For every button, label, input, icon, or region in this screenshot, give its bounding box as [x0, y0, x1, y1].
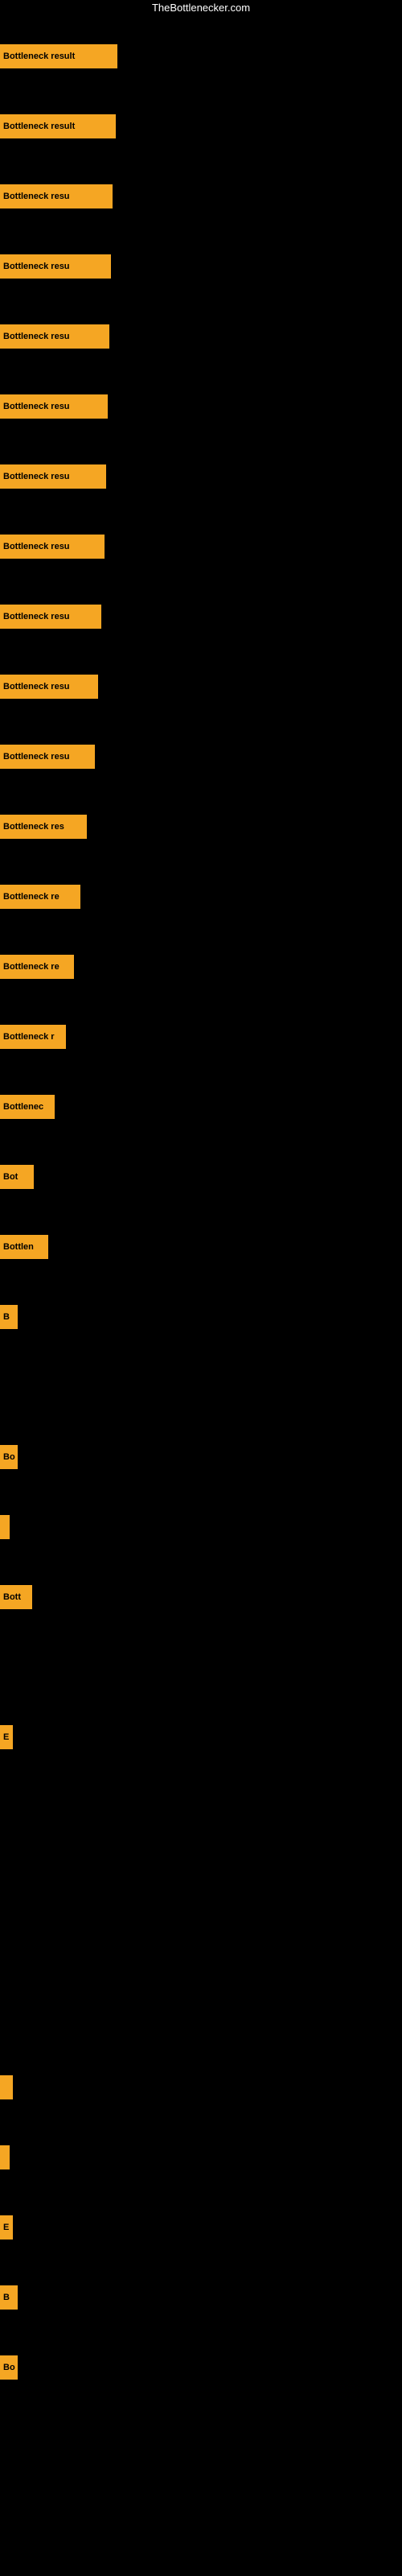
bottleneck-bar-label-6: Bottleneck resu: [3, 402, 70, 411]
bottleneck-bar-21[interactable]: [0, 1515, 10, 1539]
bottleneck-bar-label-16: Bottlenec: [3, 1102, 43, 1112]
bottleneck-bar-label-9: Bottleneck resu: [3, 612, 70, 621]
bottleneck-bar-15[interactable]: Bottleneck r: [0, 1025, 66, 1049]
bottleneck-bar-7[interactable]: Bottleneck resu: [0, 464, 106, 489]
bottleneck-bar-label-4: Bottleneck resu: [3, 262, 70, 271]
bottleneck-bar-label-8: Bottleneck resu: [3, 542, 70, 551]
bottleneck-bar-label-17: Bot: [3, 1172, 18, 1182]
bottleneck-bar-label-11: Bottleneck resu: [3, 752, 70, 762]
bottleneck-bar-label-10: Bottleneck resu: [3, 682, 70, 691]
bottleneck-bar-2[interactable]: Bottleneck result: [0, 114, 116, 138]
bottleneck-bar-label-26: E: [3, 2223, 9, 2232]
bottleneck-bar-24[interactable]: [0, 2075, 13, 2099]
bottleneck-bar-label-15: Bottleneck r: [3, 1032, 55, 1042]
bottleneck-bar-28[interactable]: Bo: [0, 2355, 18, 2380]
bottleneck-bar-1[interactable]: Bottleneck result: [0, 44, 117, 68]
bottleneck-bar-6[interactable]: Bottleneck resu: [0, 394, 108, 419]
bottleneck-bar-20[interactable]: Bo: [0, 1445, 18, 1469]
bottleneck-bar-18[interactable]: Bottlen: [0, 1235, 48, 1259]
bottleneck-bar-3[interactable]: Bottleneck resu: [0, 184, 113, 208]
bottleneck-bar-label-27: B: [3, 2293, 10, 2302]
bottleneck-bar-label-7: Bottleneck resu: [3, 472, 70, 481]
bottleneck-bar-label-20: Bo: [3, 1452, 15, 1462]
bottleneck-bar-label-2: Bottleneck result: [3, 122, 75, 131]
bottleneck-bar-9[interactable]: Bottleneck resu: [0, 605, 101, 629]
bottleneck-bar-label-19: B: [3, 1312, 10, 1322]
bottleneck-bar-10[interactable]: Bottleneck resu: [0, 675, 98, 699]
bottleneck-bar-17[interactable]: Bot: [0, 1165, 34, 1189]
bottleneck-bar-label-13: Bottleneck re: [3, 892, 59, 902]
site-title: TheBottlenecker.com: [0, 0, 402, 15]
bottleneck-bar-16[interactable]: Bottlenec: [0, 1095, 55, 1119]
bottleneck-bar-8[interactable]: Bottleneck resu: [0, 535, 105, 559]
bottleneck-bar-label-18: Bottlen: [3, 1242, 34, 1252]
bottleneck-bar-25[interactable]: [0, 2145, 10, 2169]
bottleneck-bar-label-28: Bo: [3, 2363, 15, 2372]
bottleneck-bar-26[interactable]: E: [0, 2215, 13, 2240]
bottleneck-bar-5[interactable]: Bottleneck resu: [0, 324, 109, 349]
bottleneck-bar-12[interactable]: Bottleneck res: [0, 815, 87, 839]
bottleneck-bar-label-3: Bottleneck resu: [3, 192, 70, 201]
bottleneck-bar-22[interactable]: Bott: [0, 1585, 32, 1609]
bottleneck-bar-27[interactable]: B: [0, 2285, 18, 2310]
bottleneck-bar-23[interactable]: E: [0, 1725, 13, 1749]
bottleneck-bar-label-5: Bottleneck resu: [3, 332, 70, 341]
bottleneck-bar-label-22: Bott: [3, 1592, 21, 1602]
bottleneck-bar-19[interactable]: B: [0, 1305, 18, 1329]
bottleneck-bar-4[interactable]: Bottleneck resu: [0, 254, 111, 279]
bottleneck-bar-label-1: Bottleneck result: [3, 52, 75, 61]
bottleneck-bar-label-14: Bottleneck re: [3, 962, 59, 972]
bottleneck-bar-14[interactable]: Bottleneck re: [0, 955, 74, 979]
bottleneck-bar-11[interactable]: Bottleneck resu: [0, 745, 95, 769]
bottleneck-bar-label-12: Bottleneck res: [3, 822, 64, 832]
bottleneck-bar-label-23: E: [3, 1732, 9, 1742]
bottleneck-bar-13[interactable]: Bottleneck re: [0, 885, 80, 909]
